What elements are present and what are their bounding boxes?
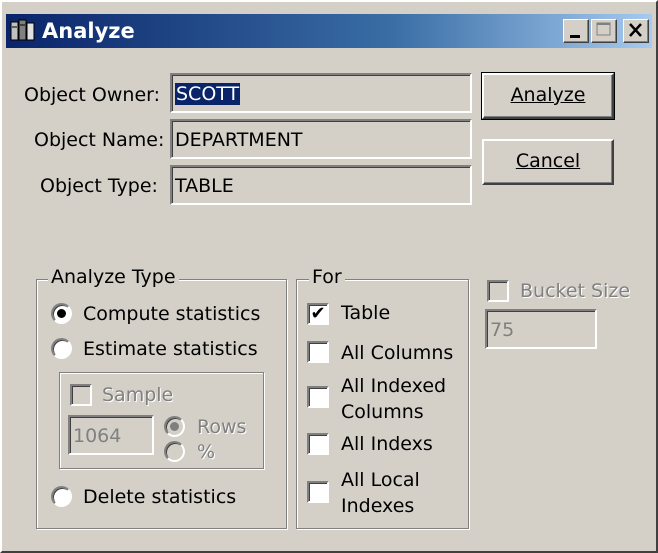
- object-owner-field[interactable]: SCOTT: [170, 73, 472, 113]
- all-indexed-columns-label-line2[interactable]: Columns: [341, 401, 424, 423]
- maximize-button[interactable]: [591, 19, 617, 43]
- analyze-button[interactable]: Analyze: [481, 72, 615, 120]
- sample-size-field[interactable]: 1064: [68, 415, 154, 455]
- bucket-size-label[interactable]: Bucket Size: [520, 280, 630, 302]
- compute-statistics-label[interactable]: Compute statistics: [83, 303, 260, 325]
- app-icon: [10, 19, 35, 41]
- percent-label[interactable]: %: [197, 441, 215, 463]
- sample-checkbox[interactable]: [70, 384, 92, 406]
- for-legend: For: [309, 266, 345, 288]
- all-local-indexes-checkbox[interactable]: [307, 481, 329, 503]
- table-checkbox[interactable]: ✔: [307, 303, 329, 325]
- percent-radio[interactable]: [164, 441, 185, 462]
- rows-label[interactable]: Rows: [197, 416, 246, 438]
- bucket-size-field[interactable]: 75: [485, 309, 597, 349]
- compute-statistics-radio[interactable]: [51, 303, 72, 324]
- bucket-size-checkbox[interactable]: [487, 280, 509, 302]
- close-icon: [629, 23, 642, 37]
- close-button[interactable]: [623, 19, 649, 43]
- radio-selected-dot: [57, 309, 66, 318]
- all-columns-label[interactable]: All Columns: [341, 342, 453, 364]
- all-indexed-columns-checkbox[interactable]: [307, 386, 329, 408]
- estimate-statistics-label[interactable]: Estimate statistics: [83, 338, 258, 360]
- delete-statistics-radio[interactable]: [51, 486, 72, 507]
- sample-label[interactable]: Sample: [102, 384, 173, 406]
- all-columns-checkbox[interactable]: [307, 341, 329, 363]
- object-type-field[interactable]: TABLE: [170, 165, 472, 205]
- all-indexes-label[interactable]: All Indexs: [341, 433, 433, 455]
- analyze-type-legend: Analyze Type: [48, 266, 179, 288]
- all-local-indexes-label-line2[interactable]: Indexes: [341, 495, 414, 517]
- cancel-button[interactable]: Cancel: [482, 139, 614, 185]
- all-indexes-checkbox[interactable]: [307, 433, 329, 455]
- object-name-label: Object Name:: [34, 129, 165, 151]
- object-owner-label: Object Owner:: [24, 84, 161, 106]
- analyze-button-label: Analyze: [510, 84, 586, 106]
- object-name-field[interactable]: DEPARTMENT: [170, 119, 472, 159]
- object-type-label: Object Type:: [40, 175, 158, 197]
- all-indexed-columns-label-line1[interactable]: All Indexed: [341, 375, 446, 397]
- rows-radio[interactable]: [164, 416, 185, 437]
- radio-selected-dot: [170, 422, 179, 431]
- object-owner-value: SCOTT: [175, 83, 241, 105]
- maximize-icon: [596, 22, 611, 36]
- window-title: Analyze: [42, 19, 135, 43]
- all-local-indexes-label-line1[interactable]: All Local: [341, 469, 420, 491]
- estimate-statistics-radio[interactable]: [51, 338, 72, 359]
- minimize-button[interactable]: [563, 19, 589, 43]
- minimize-icon: [570, 35, 580, 38]
- delete-statistics-label[interactable]: Delete statistics: [83, 486, 236, 508]
- table-label[interactable]: Table: [341, 302, 390, 324]
- cancel-button-label: Cancel: [515, 150, 581, 172]
